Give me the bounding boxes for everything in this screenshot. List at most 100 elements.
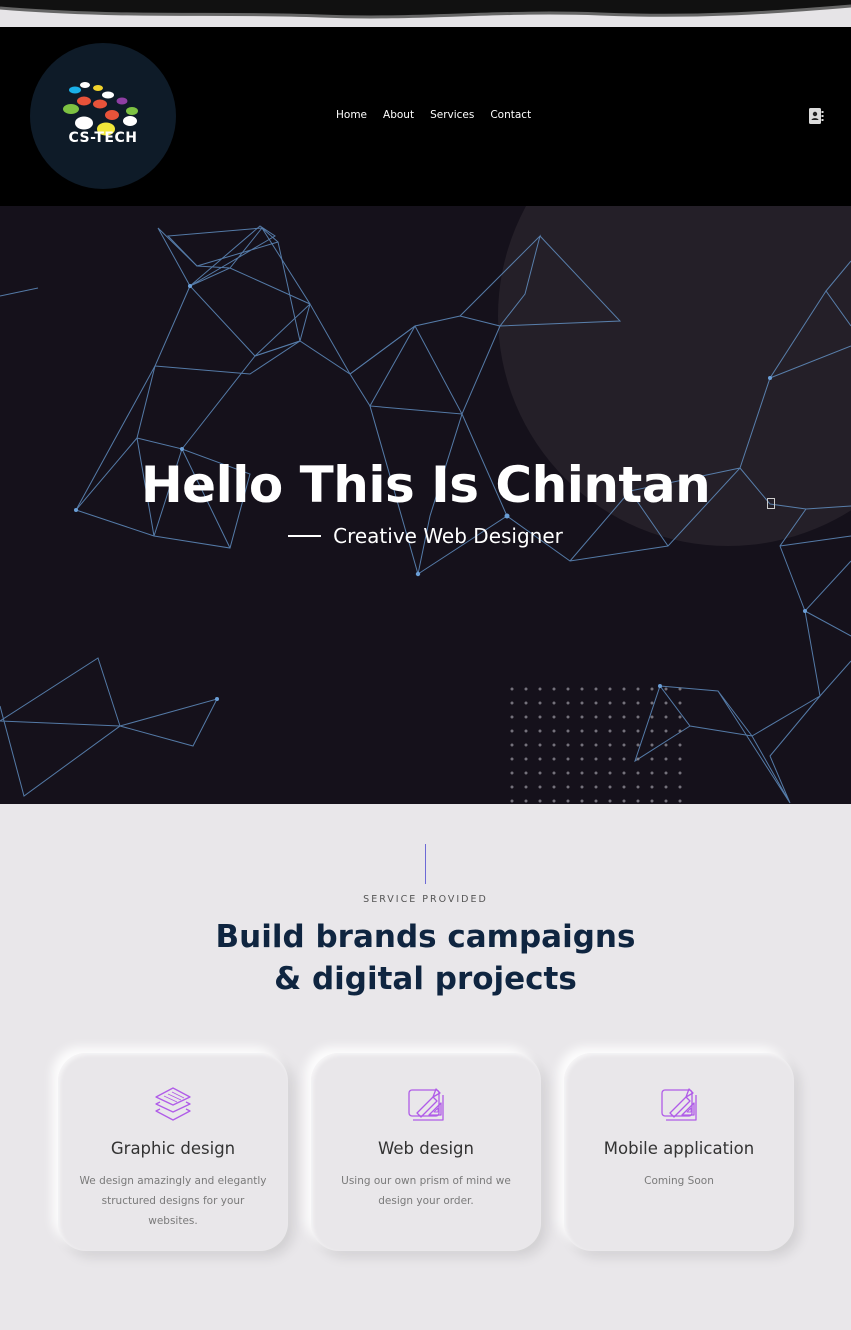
grid-dot <box>538 771 542 775</box>
grid-dot <box>678 743 682 747</box>
grid-dot <box>594 687 598 691</box>
grid-dot <box>594 785 598 789</box>
service-card-description: Coming Soon <box>644 1175 714 1187</box>
grid-dot <box>524 771 528 775</box>
grid-dot <box>608 757 612 761</box>
hero-subtitle: Creative Web Designer <box>333 524 563 548</box>
grid-dot <box>622 729 626 733</box>
grid-dot <box>678 771 682 775</box>
service-card-title: Mobile application <box>603 1139 755 1158</box>
grid-dot <box>538 757 542 761</box>
grid-dot <box>622 743 626 747</box>
grid-dot <box>664 799 668 803</box>
grid-dot <box>510 785 514 789</box>
grid-dot <box>538 799 542 803</box>
grid-dot <box>650 743 654 747</box>
grid-dot <box>650 785 654 789</box>
grid-dot <box>664 743 668 747</box>
grid-dot <box>566 799 570 803</box>
main-nav: Home About Services Contact <box>336 109 547 121</box>
grid-dot <box>636 743 640 747</box>
grid-dot <box>580 729 584 733</box>
grid-dot <box>664 785 668 789</box>
grid-dot <box>594 701 598 705</box>
grid-dot <box>664 687 668 691</box>
grid-dot <box>678 799 682 803</box>
grid-dot <box>524 729 528 733</box>
nav-contact[interactable]: Contact <box>490 109 531 121</box>
hero-subtitle-dash <box>288 535 322 537</box>
service-card-title: Web design <box>378 1139 474 1158</box>
grid-dot <box>664 729 668 733</box>
service-card-graphic-design[interactable]: Graphic design We design amazingly and e… <box>58 1053 288 1251</box>
grid-dot <box>510 701 514 705</box>
grid-dot <box>594 743 598 747</box>
grid-dot <box>678 687 682 691</box>
grid-dot <box>608 785 612 789</box>
grid-dot <box>594 715 598 719</box>
grid-dot <box>664 757 668 761</box>
grid-dot <box>552 799 556 803</box>
logo-text: CS-TECH <box>68 130 138 146</box>
grid-dot <box>678 729 682 733</box>
grid-dot <box>650 729 654 733</box>
grid-dot <box>580 771 584 775</box>
grid-dot <box>622 757 626 761</box>
grid-dot <box>608 771 612 775</box>
grid-dot <box>510 715 514 719</box>
grid-dot <box>566 771 570 775</box>
grid-dot <box>552 701 556 705</box>
grid-dot <box>552 715 556 719</box>
grid-dot <box>636 687 640 691</box>
grid-dot <box>524 715 528 719</box>
section-eyebrow: SERVICE PROVIDED <box>363 894 488 905</box>
grid-dot <box>636 715 640 719</box>
grid-dot <box>566 743 570 747</box>
top-wave-decoration <box>0 0 851 27</box>
grid-dot <box>622 785 626 789</box>
grid-dot <box>552 729 556 733</box>
site-header: CS-TECH Home About Services Contact <box>0 27 851 206</box>
grid-dot <box>608 687 612 691</box>
grid-dot <box>538 743 542 747</box>
grid-dot <box>622 687 626 691</box>
grid-dot <box>622 701 626 705</box>
service-card-mobile-application[interactable]: Mobile application Coming Soon <box>564 1053 794 1251</box>
grid-dot <box>510 687 514 691</box>
contact-card-icon[interactable] <box>808 107 824 125</box>
logo[interactable]: CS-TECH <box>30 43 176 189</box>
grid-dot <box>650 701 654 705</box>
grid-dot <box>608 715 612 719</box>
grid-dot <box>538 701 542 705</box>
section-title: Build brands campaigns & digital project… <box>0 916 851 1000</box>
grid-dot <box>552 757 556 761</box>
missing-glyph-icon <box>767 498 775 509</box>
grid-dot <box>566 687 570 691</box>
grid-dot <box>566 701 570 705</box>
grid-dot <box>524 799 528 803</box>
grid-dot <box>510 743 514 747</box>
hero-subtitle-row: Creative Web Designer <box>0 524 851 548</box>
grid-dot <box>636 799 640 803</box>
grid-dot <box>566 715 570 719</box>
nav-home[interactable]: Home <box>336 109 367 121</box>
nav-about[interactable]: About <box>383 109 414 121</box>
grid-dot <box>552 771 556 775</box>
grid-dot <box>608 743 612 747</box>
grid-dot <box>650 687 654 691</box>
grid-dot <box>524 701 528 705</box>
grid-dot <box>622 771 626 775</box>
grid-dot <box>650 715 654 719</box>
grid-dot <box>524 743 528 747</box>
grid-dot <box>538 785 542 789</box>
grid-dot <box>650 799 654 803</box>
service-card-web-design[interactable]: Web design Using our own prism of mind w… <box>311 1053 541 1251</box>
grid-dot <box>524 757 528 761</box>
grid-dot <box>552 687 556 691</box>
grid-dot <box>580 715 584 719</box>
blueprint-icon <box>407 1085 445 1123</box>
nav-services[interactable]: Services <box>430 109 474 121</box>
grid-dot <box>678 715 682 719</box>
service-card-description: We design amazingly and elegantly struct… <box>79 1175 267 1227</box>
grid-dot <box>538 729 542 733</box>
